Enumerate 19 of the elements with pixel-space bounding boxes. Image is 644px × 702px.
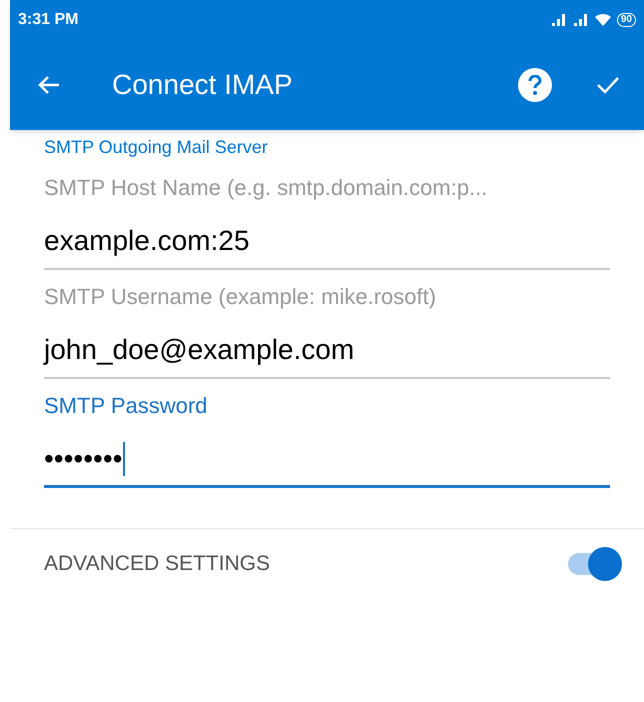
signal-icon <box>550 13 567 27</box>
signal-icon <box>572 13 589 27</box>
input-field[interactable]: example.com:25 <box>44 214 610 270</box>
input-field[interactable]: •••••••• <box>44 432 610 488</box>
input-field[interactable]: john_doe@example.com <box>44 323 610 379</box>
field-label: SMTP Password <box>44 392 208 420</box>
help-button[interactable] <box>518 68 552 102</box>
section-title: SMTP Outgoing Mail Server <box>44 136 269 159</box>
wifi-icon <box>594 13 611 27</box>
battery-indicator: 90 <box>616 13 636 27</box>
field-label: SMTP Username (example: mike.rosoft) <box>44 283 438 311</box>
status-time: 3:31 PM <box>18 10 78 30</box>
back-arrow-icon <box>38 75 60 95</box>
advanced-settings-label: ADVANCED SETTINGS <box>44 550 270 577</box>
question-mark-icon <box>528 75 542 95</box>
text-cursor <box>123 442 126 476</box>
field-label: SMTP Host Name (e.g. smtp.domain.com:p... <box>44 174 488 202</box>
checkmark-icon <box>596 75 620 95</box>
toolbar-title: Connect IMAP <box>112 68 294 102</box>
